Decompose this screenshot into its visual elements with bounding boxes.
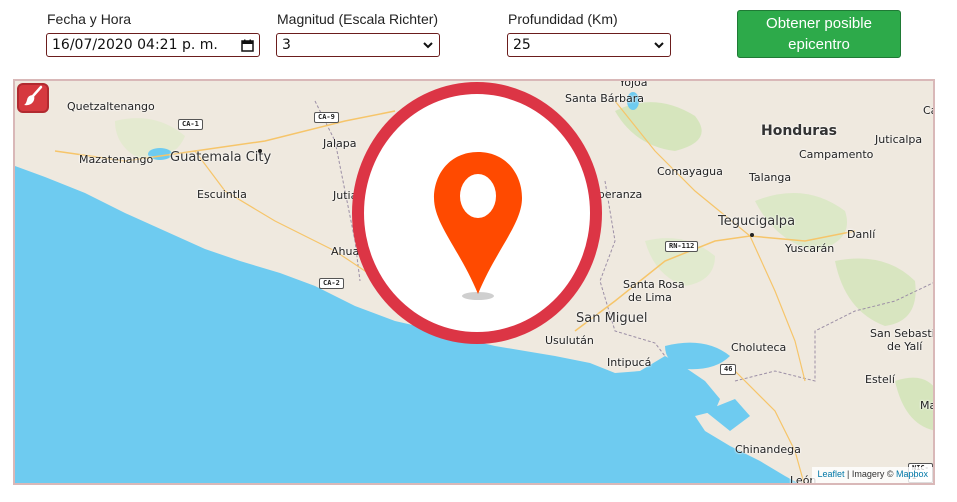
place-san-sebastian-line1: San Sebastián — [870, 327, 935, 340]
paint-brush-icon — [22, 85, 44, 112]
fecha-hora-value: 16/07/2020 04:21 p. m. — [52, 37, 218, 53]
magnitud-value: 3 — [282, 37, 291, 53]
map-view[interactable]: Quetzaltenango Mazatenango Guatemala Cit… — [13, 79, 935, 485]
place-escuintla: Escuintla — [197, 188, 247, 201]
map-attribution: Leaflet | Imagery © Mapbox — [812, 467, 933, 483]
place-san-sebastian-line2: de Yalí — [887, 340, 923, 353]
place-intipuca: Intipucá — [607, 356, 652, 369]
place-tegucigalpa: Tegucigalpa — [718, 214, 796, 229]
chevron-down-icon — [653, 39, 665, 51]
place-usulutan: Usulután — [545, 334, 594, 347]
place-comayagua: Comayagua — [657, 165, 723, 178]
place-santa-barbara: Santa Bárbara — [565, 92, 645, 105]
place-chinandega: Chinandega — [735, 443, 801, 456]
place-san-sebastian: San Sebastián de Yalí — [870, 327, 935, 353]
road-shield-ca1: CA-1 — [178, 119, 203, 130]
place-choluteca: Choluteca — [731, 341, 787, 354]
place-honduras: Honduras — [761, 123, 837, 139]
city-dot — [258, 149, 262, 153]
place-san-miguel: San Miguel — [576, 311, 648, 326]
attribution-text: | Imagery © — [844, 469, 896, 479]
draw-brush-button[interactable] — [17, 83, 49, 113]
mapbox-link[interactable]: Mapbox — [896, 469, 928, 479]
search-form: Fecha y Hora 16/07/2020 04:21 p. m. Magn… — [0, 0, 957, 78]
place-talanga: Talanga — [749, 171, 792, 184]
place-ca-edge: Ca — [923, 104, 933, 117]
leaflet-link[interactable]: Leaflet — [817, 469, 844, 479]
city-dot — [750, 233, 754, 237]
obtener-epicentro-label: Obtener posible epicentro — [766, 15, 872, 53]
magnitud-label: Magnitud (Escala Richter) — [277, 11, 439, 27]
profundidad-select[interactable]: 25 — [507, 33, 671, 57]
place-santa-rosa-line2: de Lima — [628, 291, 672, 304]
place-santa-rosa: Santa Rosa de Lima — [623, 278, 685, 304]
obtener-epicentro-button[interactable]: Obtener posible epicentro — [737, 10, 901, 58]
place-santa-rosa-line1: Santa Rosa — [623, 278, 685, 291]
place-esteli: Estelí — [865, 373, 895, 386]
place-yojoa: Yojoa — [619, 79, 648, 89]
map-pin-icon — [430, 150, 526, 315]
magnitud-select[interactable]: 3 — [276, 33, 440, 57]
place-yuscaran: Yuscarán — [785, 242, 835, 255]
place-quetzaltenango: Quetzaltenango — [67, 100, 155, 113]
profundidad-label: Profundidad (Km) — [508, 11, 618, 27]
place-juticalpa: Juticalpa — [875, 133, 923, 146]
profundidad-value: 25 — [513, 37, 531, 53]
road-shield-46: 46 — [720, 364, 737, 375]
place-jalapa: Jalapa — [323, 137, 357, 150]
fecha-label: Fecha y Hora — [47, 11, 132, 27]
road-shield-ca9: CA-9 — [314, 112, 339, 123]
epicenter-overlay — [352, 82, 602, 344]
place-guatemala-city: Guatemala City — [170, 150, 272, 165]
road-shield-ca2: CA-2 — [319, 278, 344, 289]
chevron-down-icon — [422, 39, 434, 51]
calendar-icon[interactable] — [240, 38, 254, 52]
place-danli: Danlí — [847, 228, 876, 241]
place-mazatenango: Mazatenango — [79, 153, 154, 166]
place-ma: Ma — [920, 399, 935, 412]
road-shield-rn112: RN-112 — [665, 241, 699, 252]
fecha-hora-input[interactable]: 16/07/2020 04:21 p. m. — [46, 33, 260, 57]
place-ahuachapan: Ahua — [331, 245, 360, 258]
place-campamento: Campamento — [799, 148, 874, 161]
